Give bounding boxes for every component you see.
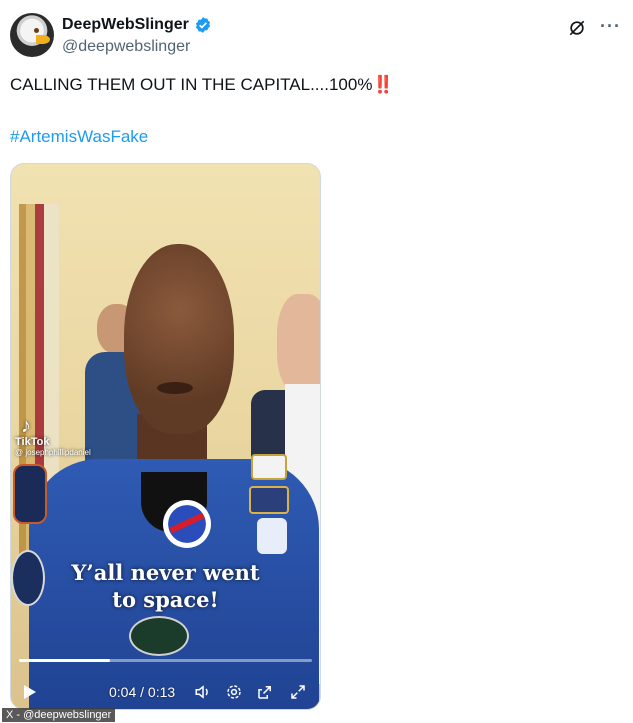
tiktok-icon: ♪ xyxy=(21,415,31,437)
time-separator: / xyxy=(140,684,145,700)
video-caption: Y’all never went to space! xyxy=(11,559,320,613)
tiktok-label: TikTok xyxy=(15,436,50,448)
hashtag-link[interactable]: #ArtemisWasFake xyxy=(10,127,148,147)
image-credit: X - @deepwebslinger xyxy=(2,708,116,722)
double-exclamation-emoji: ‼️ xyxy=(372,75,394,94)
nasa-patch xyxy=(163,500,211,548)
progress-bar[interactable] xyxy=(19,659,312,662)
tiktok-watermark: ♪ TikTok @ josephphillipdaniel xyxy=(15,416,91,457)
mission-patch xyxy=(129,616,189,656)
play-icon[interactable] xyxy=(23,684,37,700)
mission-patch xyxy=(257,518,287,554)
current-time: 0:04 xyxy=(109,684,137,700)
pip-icon[interactable] xyxy=(256,683,274,701)
video-controls: 0:04 / 0:13 xyxy=(11,679,320,705)
caption-line: Y’all never went xyxy=(71,560,260,585)
avatar-eagle-beak xyxy=(36,35,50,44)
mission-patch xyxy=(13,464,47,524)
volume-icon[interactable] xyxy=(194,683,212,701)
more-icon[interactable]: ··· xyxy=(600,16,621,37)
tweet-text: CALLING THEM OUT IN THE CAPITAL....100%‼… xyxy=(10,75,394,95)
display-name[interactable]: DeepWebSlinger xyxy=(62,16,189,34)
name-row: DeepWebSlinger xyxy=(62,16,212,34)
avatar-eagle-eye xyxy=(34,28,39,33)
settings-icon[interactable] xyxy=(225,683,243,701)
wings-patch xyxy=(249,486,289,514)
tweet-text-body: CALLING THEM OUT IN THE CAPITAL....100% xyxy=(10,75,373,94)
time-display: 0:04 / 0:13 xyxy=(109,684,175,700)
mission-patch xyxy=(251,454,287,480)
tweet-header: DeepWebSlinger @deepwebslinger ··· xyxy=(10,10,623,60)
video-player[interactable]: ♪ TikTok @ josephphillipdaniel Y’all nev… xyxy=(10,163,321,710)
fullscreen-icon[interactable] xyxy=(289,683,307,701)
handle[interactable]: @deepwebslinger xyxy=(62,38,190,56)
grok-icon[interactable] xyxy=(567,18,587,38)
duration: 0:13 xyxy=(147,684,176,700)
progress-fill xyxy=(19,659,110,662)
avatar[interactable] xyxy=(10,13,54,57)
verified-icon xyxy=(195,17,210,33)
tiktok-handle: @ josephphillipdaniel xyxy=(15,448,91,457)
caption-line: to space! xyxy=(112,587,219,612)
